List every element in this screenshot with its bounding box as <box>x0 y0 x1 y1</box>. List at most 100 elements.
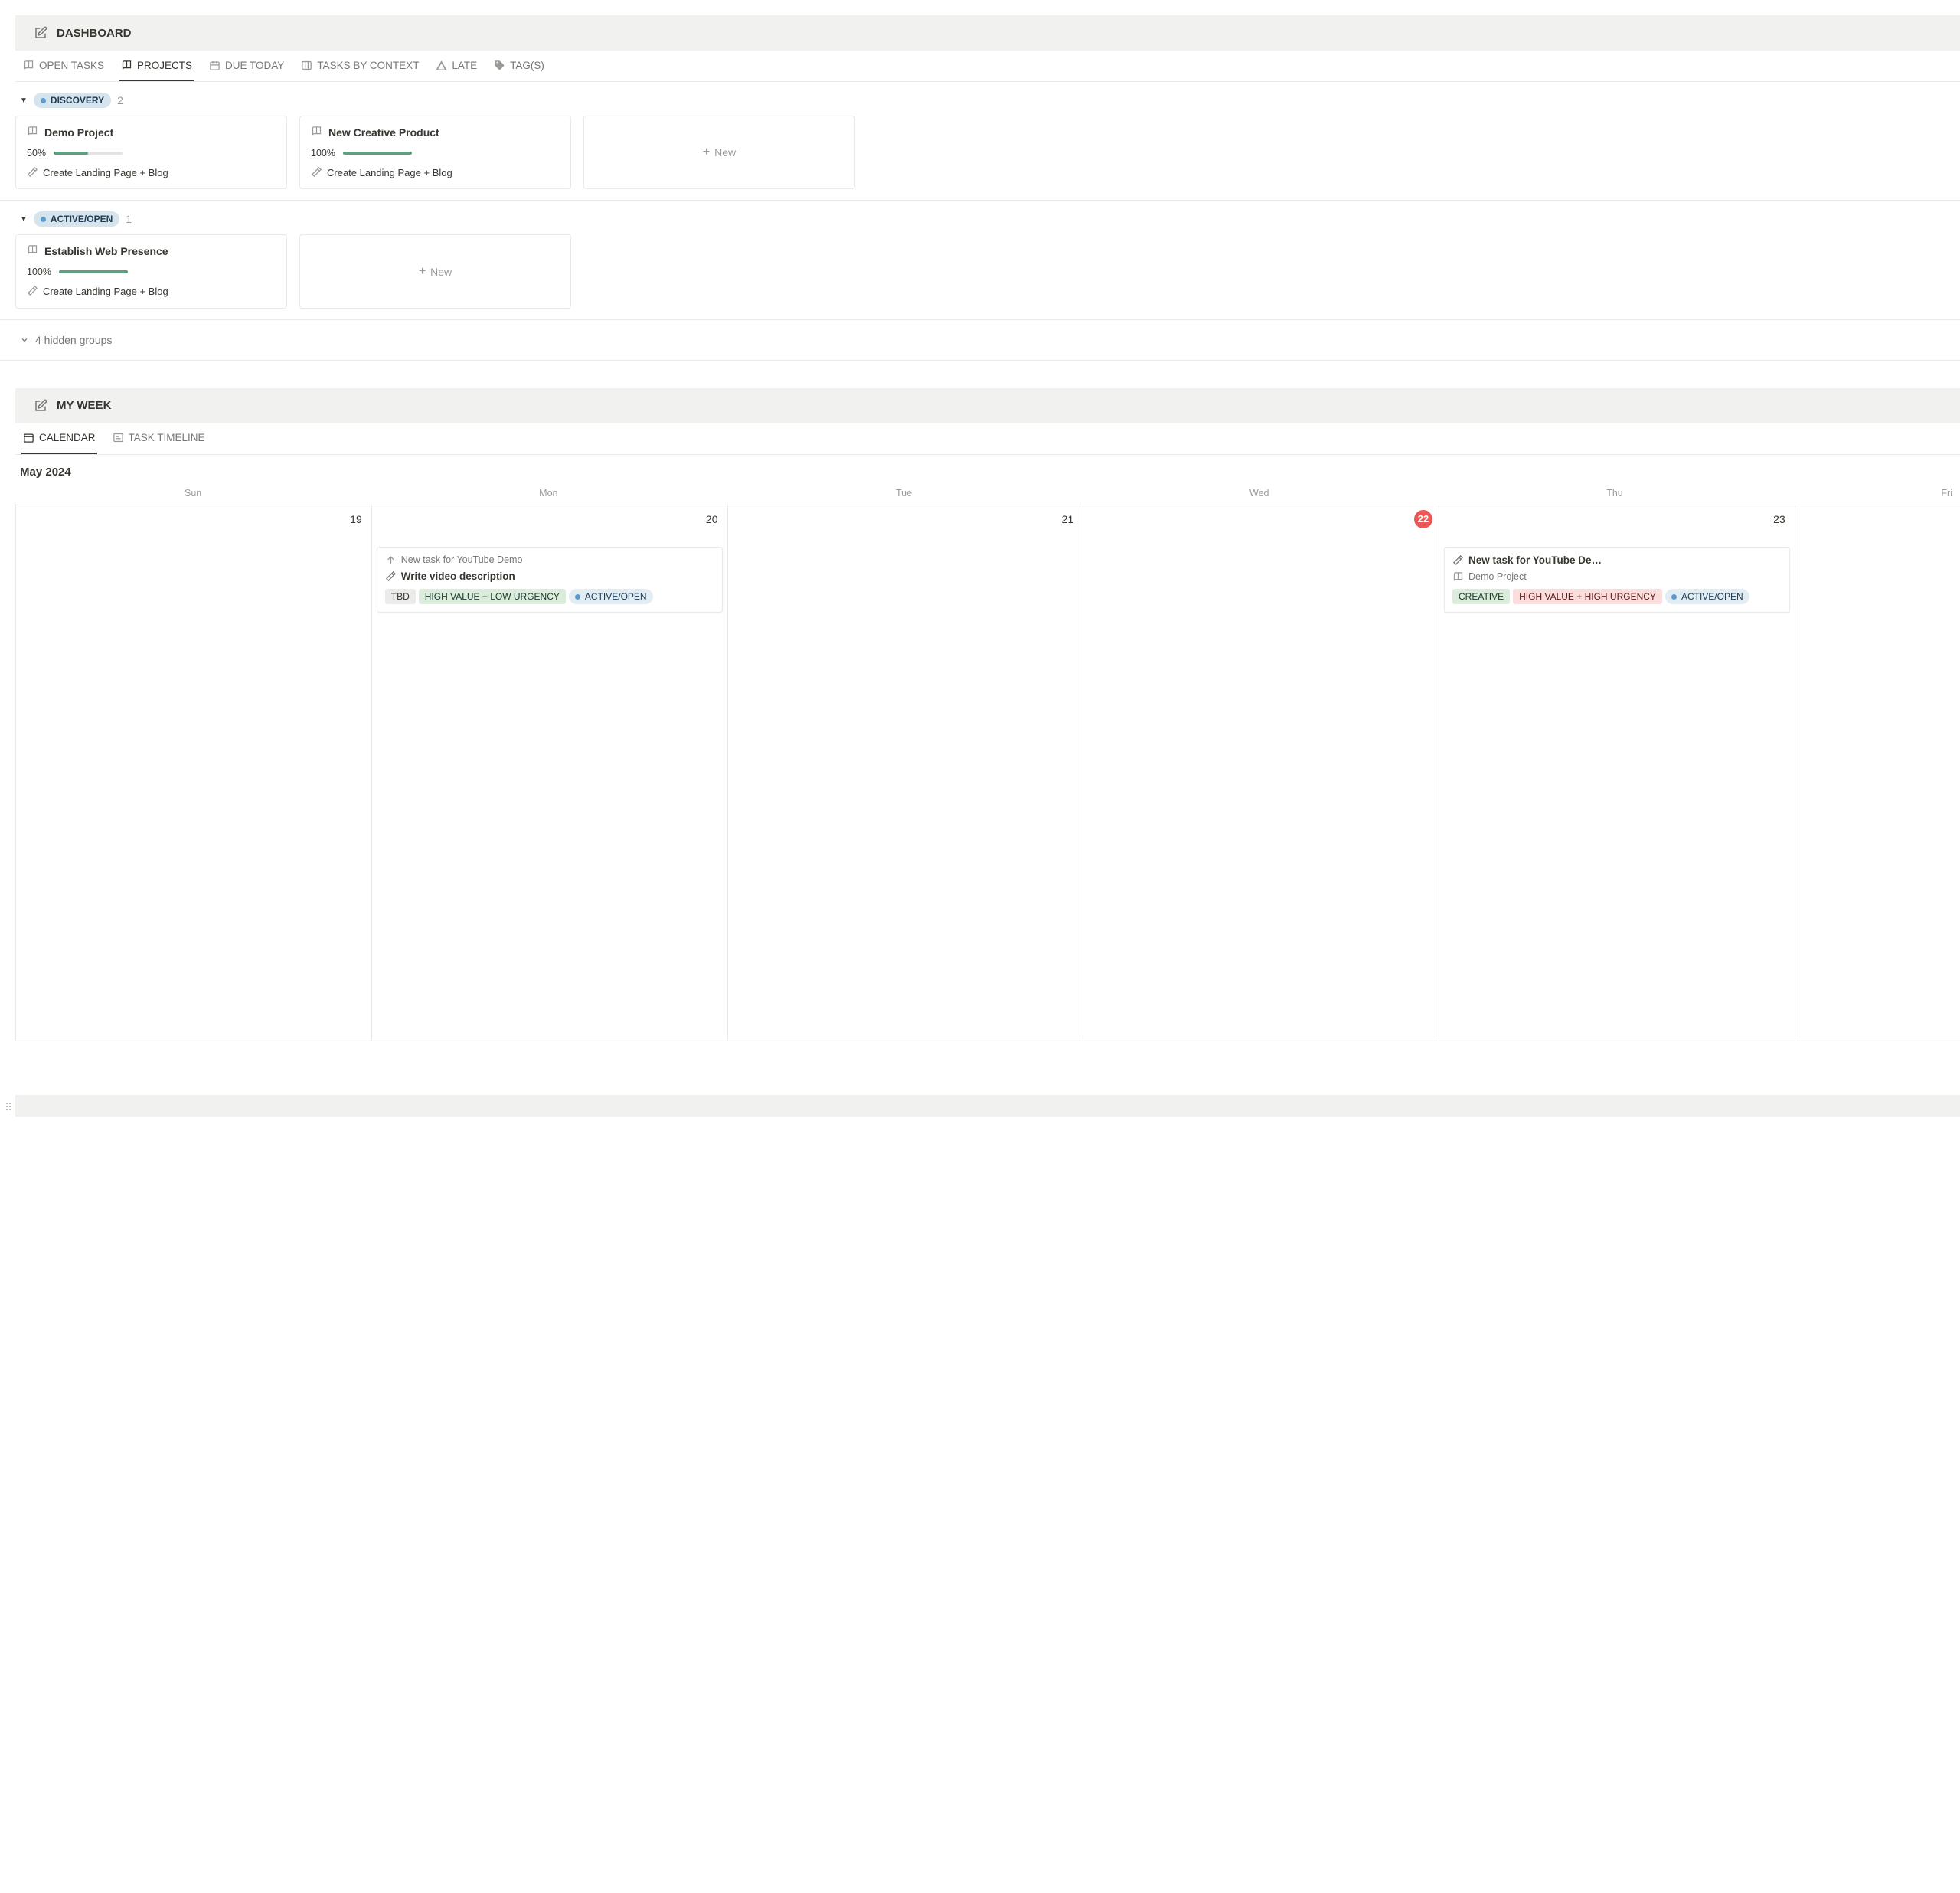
group-header[interactable]: ▼ ACTIVE/OPEN 1 <box>0 204 1960 234</box>
calendar-date: 21 <box>733 510 1079 525</box>
calendar-head: SunMonTueWedThuFri <box>15 485 1960 505</box>
tab-tag-s-[interactable]: TAG(S) <box>492 51 546 81</box>
project-card[interactable]: Establish Web Presence100%Create Landing… <box>15 234 287 308</box>
plus-icon: + <box>419 265 426 279</box>
tag-icon <box>494 60 505 71</box>
book-icon <box>27 126 38 137</box>
book-icon <box>311 126 322 137</box>
pen-icon <box>311 166 322 180</box>
progress-fill <box>54 152 88 155</box>
drag-handle-icon[interactable]: ⠿ <box>5 1101 14 1114</box>
dashboard-view-tabs: OPEN TASKS PROJECTS DUE TODAY TASKS BY CONT… <box>15 51 1960 82</box>
event-project: Demo Project <box>1468 571 1527 584</box>
group-header[interactable]: ▼ DISCOVERY 2 <box>0 85 1960 116</box>
progress-pct: 100% <box>27 266 51 277</box>
dashboard-title: DASHBOARD <box>57 27 132 40</box>
progress-track <box>343 152 412 155</box>
progress: 100% <box>311 148 560 159</box>
calendar-event-card[interactable]: New task for YouTube DemoWrite video des… <box>377 547 723 613</box>
hidden-groups-toggle[interactable]: 4 hidden groups <box>0 320 1960 361</box>
calendar-day-header: Tue <box>726 485 1081 505</box>
new-card-button[interactable]: +New <box>299 234 571 308</box>
card-subtitle: Create Landing Page + Blog <box>327 166 452 180</box>
myweek-header: MY WEEK <box>15 388 1960 423</box>
calendar-date: 23 <box>1444 510 1790 525</box>
pen-icon <box>27 285 38 299</box>
plus-icon: + <box>703 145 710 159</box>
calendar-cell[interactable]: 21 <box>728 505 1084 1041</box>
book-icon <box>1452 571 1464 583</box>
tab-projects[interactable]: PROJECTS <box>119 51 194 81</box>
calendar-body: 19 20New task for YouTube DemoWrite video… <box>15 505 1960 1041</box>
calendar-day-header: Thu <box>1437 485 1792 505</box>
group-name: ACTIVE/OPEN <box>51 214 113 224</box>
tab-calendar[interactable]: CALENDAR <box>21 423 97 454</box>
progress-pct: 50% <box>27 148 46 159</box>
card-subtitle: Create Landing Page + Blog <box>43 285 168 299</box>
card-subtitle: Create Landing Page + Blog <box>43 166 168 180</box>
event-tag: HIGH VALUE + HIGH URGENCY <box>1513 589 1662 604</box>
tab-open-tasks[interactable]: OPEN TASKS <box>21 51 106 81</box>
pen-icon <box>27 166 38 180</box>
myweek-title: MY WEEK <box>57 399 111 412</box>
event-tag: CREATIVE <box>1452 589 1510 604</box>
calendar-cell[interactable] <box>1795 505 1960 1041</box>
progress-track <box>59 270 128 273</box>
group-pill[interactable]: ACTIVE/OPEN <box>34 211 119 227</box>
calendar-day-header: Fri <box>1792 485 1960 505</box>
status-dot-icon <box>575 594 580 600</box>
progress-fill <box>59 270 128 273</box>
status-dot-icon <box>1671 594 1677 600</box>
arrow-up-icon <box>385 554 397 566</box>
group-pill[interactable]: DISCOVERY <box>34 93 111 108</box>
event-tag: HIGH VALUE + LOW URGENCY <box>419 589 566 604</box>
cards-row: Demo Project50%Create Landing Page + Blo… <box>0 116 1960 201</box>
status-dot-icon <box>41 217 46 222</box>
new-label: New <box>714 146 736 159</box>
book-icon <box>23 60 34 71</box>
card-title: New Creative Product <box>328 126 439 140</box>
calendar-cell[interactable]: 22 <box>1083 505 1439 1041</box>
tab-task-timeline[interactable]: TASK TIMELINE <box>111 423 207 454</box>
dashboard-header: DASHBOARD <box>15 15 1960 51</box>
group-caret[interactable]: ▼ <box>20 96 28 105</box>
tab-label: LATE <box>452 60 477 71</box>
edit-icon <box>34 399 47 413</box>
warn-icon <box>436 60 447 71</box>
myweek-view-tabs: CALENDAR TASK TIMELINE <box>15 423 1960 455</box>
progress: 100% <box>27 266 276 277</box>
group-count: 1 <box>126 213 132 225</box>
book-icon <box>27 244 38 256</box>
progress: 50% <box>27 148 276 159</box>
project-card[interactable]: New Creative Product 100% Create Landing P… <box>299 116 571 189</box>
group-count: 2 <box>117 94 123 106</box>
event-parent: New task for YouTube Demo <box>401 554 523 567</box>
edit-icon <box>34 26 47 40</box>
event-tag: ACTIVE/OPEN <box>569 589 653 604</box>
event-title: New task for YouTube De… <box>1468 554 1602 567</box>
calendar-day-header: Sun <box>15 485 371 505</box>
tab-label: TAG(S) <box>510 60 544 71</box>
project-card[interactable]: Demo Project50%Create Landing Page + Blo… <box>15 116 287 189</box>
pen-icon <box>1452 554 1464 566</box>
tab-label: CALENDAR <box>39 432 96 443</box>
tab-tasks-by-context[interactable]: TASKS BY CONTEXT <box>299 51 420 81</box>
board-icon <box>301 60 312 71</box>
calendar-date: 19 <box>21 510 367 525</box>
tab-late[interactable]: LATE <box>434 51 479 81</box>
tab-label: TASKS BY CONTEXT <box>317 60 419 71</box>
tab-due-today[interactable]: DUE TODAY <box>207 51 286 81</box>
new-card-button[interactable]: + New <box>583 116 855 189</box>
calendar-cell[interactable]: 23 New task for YouTube De… Demo Project CR… <box>1439 505 1795 1041</box>
calendar-today-badge: 22 <box>1414 510 1432 528</box>
calendar-cell[interactable]: 20New task for YouTube DemoWrite video d… <box>372 505 728 1041</box>
group-name: DISCOVERY <box>51 95 104 106</box>
status-dot-icon <box>41 98 46 103</box>
calendar-event-card[interactable]: New task for YouTube De… Demo Project CREA… <box>1444 547 1790 613</box>
group-caret[interactable]: ▼ <box>20 215 28 224</box>
tab-label: PROJECTS <box>137 60 192 71</box>
calendar-month: May 2024 <box>0 455 1960 485</box>
calendar-icon <box>209 60 220 71</box>
calendar-cell[interactable]: 19 <box>15 505 372 1041</box>
chevron-down-icon <box>20 335 29 345</box>
